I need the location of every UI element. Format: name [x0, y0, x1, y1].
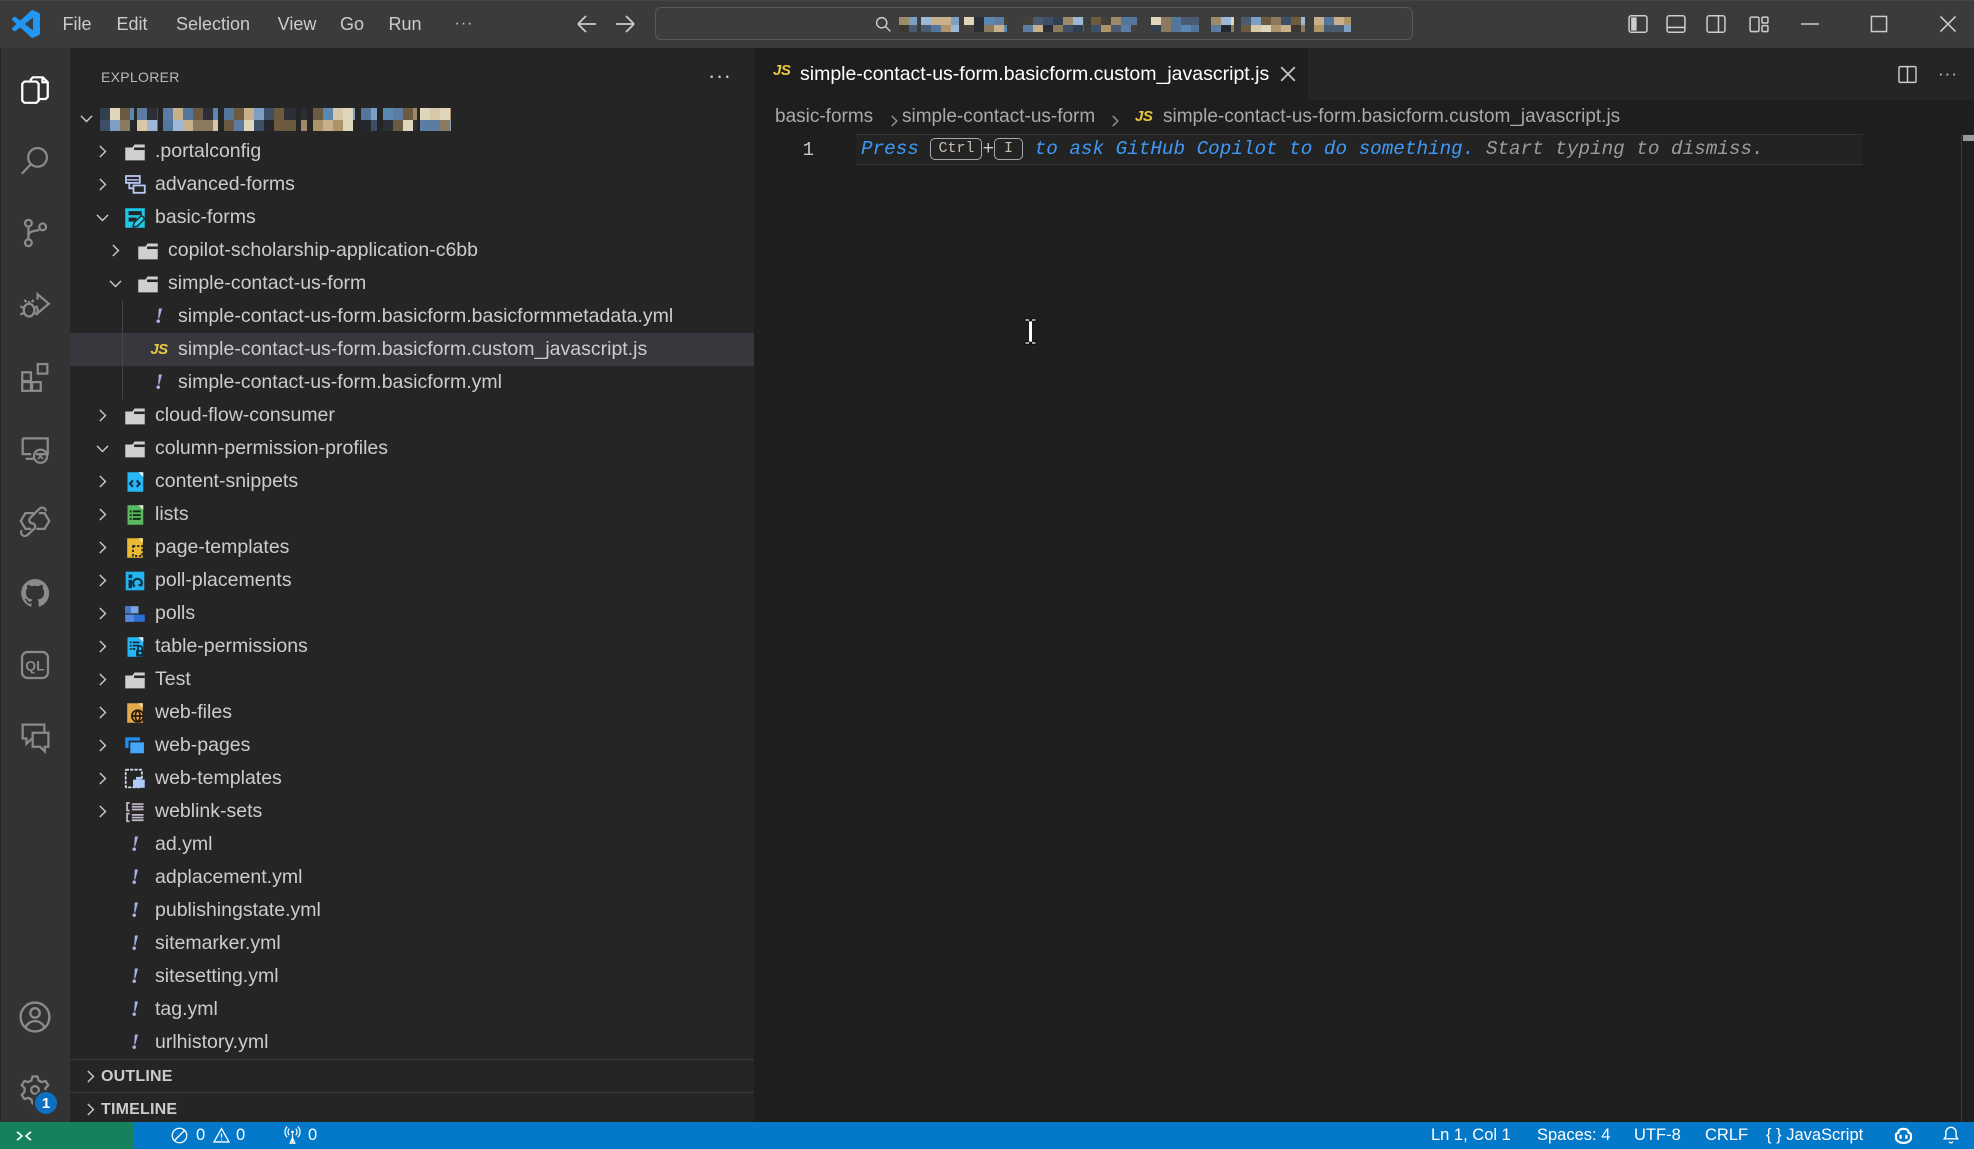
svg-text:QL: QL: [25, 658, 45, 674]
